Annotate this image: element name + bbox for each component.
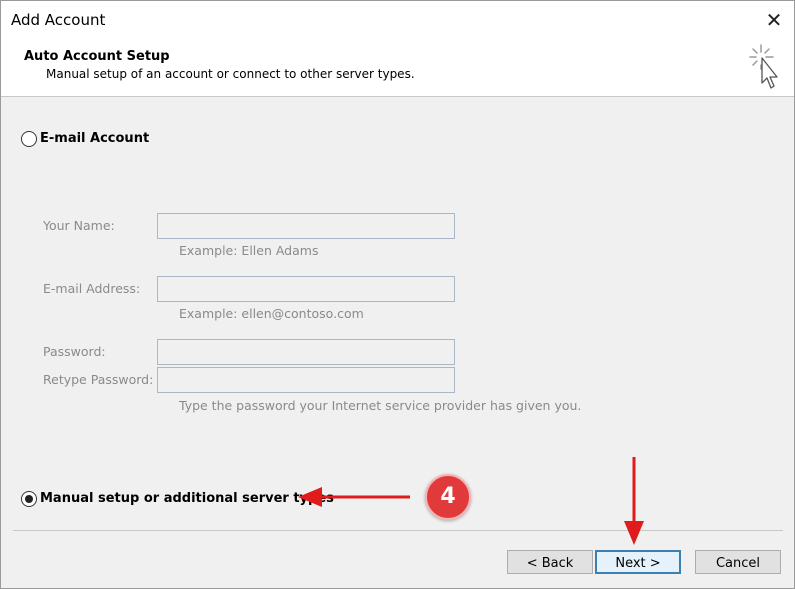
window-title: Add Account (11, 11, 106, 29)
email-address-field[interactable] (157, 276, 455, 302)
setup-header: Auto Account Setup Manual setup of an ac… (1, 39, 794, 97)
manual-setup-label[interactable]: Manual setup or additional server types (40, 491, 334, 506)
retype-password-label: Retype Password: (43, 372, 154, 387)
your-name-field[interactable] (157, 213, 455, 239)
header-subtitle: Manual setup of an account or connect to… (46, 67, 415, 81)
close-icon[interactable]: ✕ (761, 7, 787, 33)
password-label: Password: (43, 344, 106, 359)
email-account-label[interactable]: E-mail Account (40, 131, 149, 146)
email-address-hint: Example: ellen@contoso.com (179, 306, 364, 321)
header-title: Auto Account Setup (24, 49, 170, 64)
add-account-dialog: Add Account ✕ Auto Account Setup Manual … (0, 0, 795, 589)
email-account-radio[interactable] (21, 131, 37, 147)
retype-password-field[interactable] (157, 367, 455, 393)
title-bar: Add Account ✕ (1, 1, 794, 39)
magic-wand-cursor-icon (749, 44, 778, 89)
your-name-label: Your Name: (43, 218, 115, 233)
password-hint: Type the password your Internet service … (179, 398, 582, 413)
footer-divider (13, 530, 783, 531)
back-button[interactable]: < Back (507, 550, 593, 574)
step-number-badge: 4 (425, 474, 471, 520)
email-address-label: E-mail Address: (43, 281, 141, 296)
your-name-hint: Example: Ellen Adams (179, 243, 319, 258)
cancel-button[interactable]: Cancel (695, 550, 781, 574)
password-field[interactable] (157, 339, 455, 365)
next-button[interactable]: Next > (595, 550, 681, 574)
manual-setup-radio[interactable] (21, 491, 37, 507)
